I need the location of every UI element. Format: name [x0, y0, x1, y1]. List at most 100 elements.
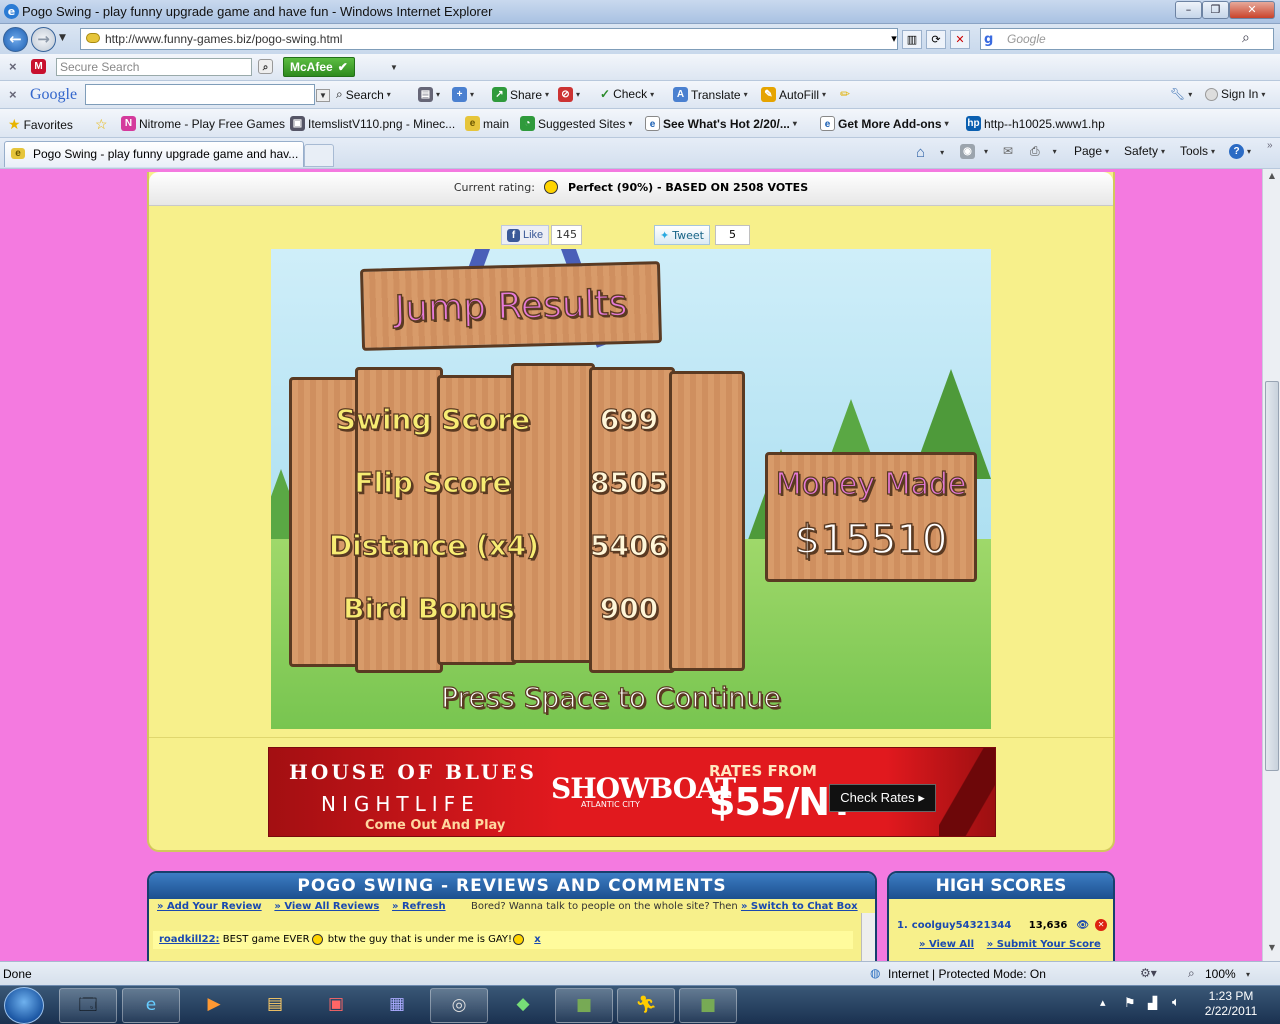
google-translate-button[interactable]: A Translate ▾: [673, 87, 748, 102]
submit-score-link[interactable]: » Submit Your Score: [987, 939, 1101, 950]
calculator-icon[interactable]: ▦: [368, 988, 426, 1023]
add-to-favorites-button[interactable]: ☆: [95, 116, 108, 133]
highlight-button[interactable]: ✏: [840, 87, 850, 101]
favorite-get-more-addons[interactable]: e Get More Add-ons ▾: [820, 116, 949, 131]
mcafee-shield-icon[interactable]: M: [31, 59, 46, 74]
start-button[interactable]: [4, 987, 44, 1024]
reviews-scrollbar[interactable]: [861, 913, 875, 961]
forward-button[interactable]: →: [31, 27, 56, 52]
refresh-link[interactable]: » Refresh: [392, 901, 446, 912]
mcafee-status-button[interactable]: McAfee ✔: [283, 57, 355, 77]
check-rates-button[interactable]: Check Rates ▸: [829, 784, 936, 812]
advertisement-banner[interactable]: HOUSE OF BLUES NIGHTLIFE Come Out And Pl…: [268, 747, 996, 837]
search-icon[interactable]: ⌕: [258, 59, 273, 74]
favorite-link-nitrome[interactable]: N Nitrome - Play Free Games: [121, 116, 285, 131]
game-launcher-icon[interactable]: ◆: [494, 988, 552, 1023]
security-zone[interactable]: Internet | Protected Mode: On: [888, 967, 1046, 981]
folder-icon[interactable]: ▤: [246, 988, 304, 1023]
new-tab-button[interactable]: [304, 144, 334, 167]
sign-in-button[interactable]: Sign In ▾: [1205, 87, 1265, 101]
read-mail-button[interactable]: ✉: [1003, 144, 1013, 158]
minecraft-window-icon[interactable]: ■: [679, 988, 737, 1023]
tab-pogo-swing[interactable]: Pogo Swing - play funny upgrade game and…: [4, 141, 304, 167]
view-profile-icon[interactable]: 👁︎: [1076, 920, 1089, 931]
google-search-input[interactable]: [85, 84, 315, 105]
clock[interactable]: 1:23 PM 2/22/2011: [1196, 989, 1266, 1019]
address-input[interactable]: http://www.funny-games.biz/pogo-swing.ht…: [80, 28, 898, 50]
game-canvas[interactable]: Jump Results Swing Score 699 Flip Score …: [271, 249, 991, 729]
close-toolbar-icon[interactable]: ×: [9, 87, 17, 102]
media-player-icon[interactable]: ▶: [185, 988, 243, 1023]
switch-to-chat-link[interactable]: » Switch to Chat Box: [741, 901, 858, 912]
show-hidden-icons[interactable]: ▴: [1100, 996, 1106, 1009]
favorite-see-whats-hot[interactable]: e See What's Hot 2/20/... ▾: [645, 116, 797, 131]
mcafee-dropdown-icon[interactable]: ▼: [390, 63, 398, 72]
webslice-icon: e: [820, 116, 835, 131]
view-all-reviews-link[interactable]: » View All Reviews: [274, 901, 379, 912]
protected-mode-icon[interactable]: ⚙︎▾: [1140, 966, 1157, 980]
toolbar-chevron-icon[interactable]: »: [1267, 140, 1273, 151]
rating-value: Perfect (90%): [567, 181, 654, 194]
aim-icon[interactable]: 🏃︎: [617, 988, 675, 1023]
ad-casino-name: SHOWBOAT: [551, 772, 736, 805]
favorite-suggested-sites[interactable]: ◔ Suggested Sites ▾: [520, 116, 632, 131]
google-check-button[interactable]: ✓ Check ▾: [600, 87, 654, 101]
minecraft-icon[interactable]: ■: [555, 988, 613, 1023]
swing-score-value: 699: [599, 402, 659, 436]
google-popup-blocker-button[interactable]: ⊘ ▾: [558, 87, 580, 102]
zoom-dropdown-icon[interactable]: ▾: [1246, 970, 1250, 979]
minimize-button[interactable]: –: [1175, 1, 1202, 19]
scroll-thumb[interactable]: [1265, 381, 1279, 771]
internet-explorer-icon[interactable]: e: [122, 988, 180, 1023]
google-share-button[interactable]: ↗ Share ▾: [492, 87, 549, 102]
settings-button[interactable]: 🔧︎ ▾: [1170, 87, 1192, 101]
print-button[interactable]: ⎙ ▾: [1030, 144, 1057, 159]
scroll-up-icon[interactable]: ▲: [1263, 171, 1280, 185]
home-button[interactable]: ⌂ ▾: [916, 144, 944, 161]
view-all-scores-link[interactable]: » View All: [919, 939, 974, 950]
volume-icon[interactable]: 🔈︎: [1172, 995, 1180, 1010]
explorer-window-icon[interactable]: 🗔︎: [59, 988, 117, 1023]
google-search-button[interactable]: ⌕ Search ▾: [336, 87, 391, 102]
feeds-button[interactable]: ◉ ▾: [960, 144, 988, 159]
close-toolbar-icon[interactable]: ×: [9, 59, 17, 74]
delete-comment-icon[interactable]: x: [534, 934, 540, 945]
facebook-like-button[interactable]: f Like: [501, 225, 550, 245]
search-input[interactable]: Google: [980, 28, 1274, 50]
comment-author-link[interactable]: roadkill22:: [159, 934, 220, 945]
close-button[interactable]: ✕: [1229, 1, 1275, 19]
page-menu[interactable]: Page ▾: [1074, 144, 1109, 158]
zoom-level[interactable]: 100%: [1205, 967, 1236, 981]
scroll-down-icon[interactable]: ▼: [1263, 943, 1280, 957]
help-menu[interactable]: ? ▾: [1229, 144, 1251, 159]
refresh-icon[interactable]: ⟳: [926, 30, 946, 49]
address-dropdown-icon[interactable]: ▾: [884, 30, 904, 49]
divider: [149, 737, 1113, 738]
safety-menu[interactable]: Safety ▾: [1124, 144, 1165, 158]
favorite-link-hp[interactable]: hp http--h10025.www1.hp: [966, 116, 1105, 131]
tweet-button[interactable]: ✦ Tweet: [654, 225, 710, 245]
google-plus-button[interactable]: + ▾: [452, 87, 474, 102]
compatibility-view-icon[interactable]: ▥: [902, 30, 922, 49]
action-center-flag-icon[interactable]: ⚑: [1124, 996, 1136, 1011]
favorites-button[interactable]: ★ Favorites: [8, 116, 73, 133]
google-tools-button[interactable]: ▤ ▾: [418, 87, 440, 102]
favorite-link-main[interactable]: e main: [465, 116, 509, 131]
back-button[interactable]: ←: [3, 27, 28, 52]
secure-search-input[interactable]: Secure Search: [56, 58, 252, 76]
add-review-link[interactable]: » Add Your Review: [157, 901, 262, 912]
google-autofill-button[interactable]: ✎ AutoFill ▾: [761, 87, 826, 102]
delete-score-icon[interactable]: ✕: [1095, 919, 1108, 931]
steam-icon[interactable]: ◎: [430, 988, 488, 1023]
presentation-icon[interactable]: ▣: [307, 988, 365, 1023]
search-icon[interactable]: ⌕: [1242, 30, 1250, 46]
tools-menu[interactable]: Tools ▾: [1180, 144, 1215, 158]
network-icon[interactable]: ▟: [1148, 996, 1157, 1010]
score-user-link[interactable]: coolguy54321344: [912, 920, 1029, 931]
stop-icon[interactable]: ✕: [950, 30, 970, 49]
page-scrollbar[interactable]: ▲ ▼: [1262, 169, 1280, 961]
favorite-link-itemslist[interactable]: ▣ ItemslistV110.png - Minec...: [290, 116, 455, 131]
google-input-dropdown-icon[interactable]: ▼: [316, 89, 330, 102]
maximize-button[interactable]: ❐: [1202, 1, 1229, 19]
recent-pages-dropdown-icon[interactable]: ▼: [59, 33, 66, 43]
